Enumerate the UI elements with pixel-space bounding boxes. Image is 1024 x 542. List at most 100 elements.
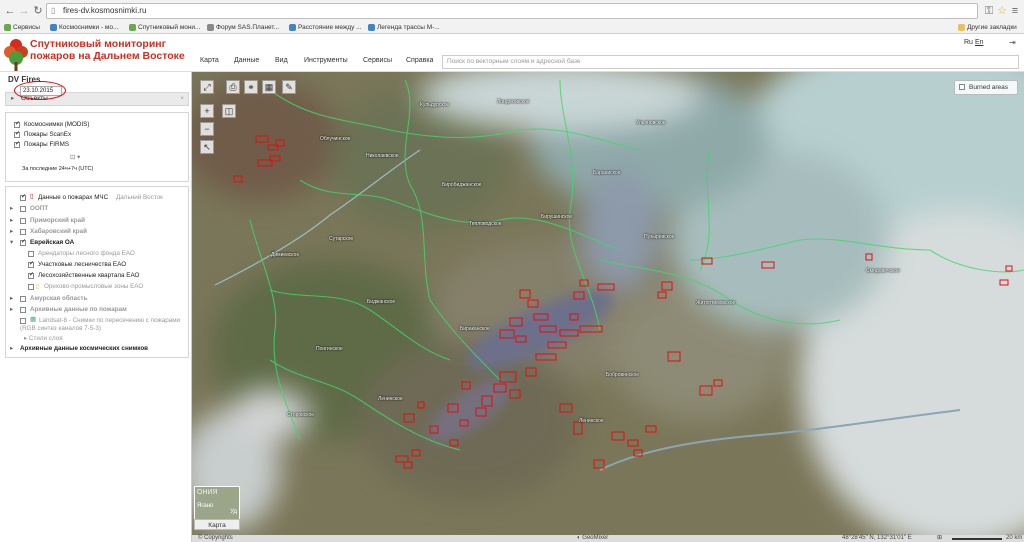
checkbox-oopt[interactable] [20, 206, 26, 212]
burned-areas-toggle[interactable]: Burned areas [954, 80, 1018, 95]
scale-label: 20 km [1006, 535, 1023, 541]
bookmark-distance[interactable]: Расстояние между ... [289, 22, 362, 33]
settlement-label: Биджанское [367, 299, 396, 305]
checkbox-forestry[interactable] [28, 262, 34, 268]
minimap-label[interactable]: Карта [194, 519, 240, 530]
bookmark-kosmosnimki[interactable]: Космоснимки - мо... [50, 22, 118, 33]
checkbox-modis[interactable] [14, 122, 20, 128]
expand-arrow-icon[interactable]: ▸ [10, 205, 13, 212]
settlement-label: Николаевское [366, 153, 399, 159]
menu-services[interactable]: Сервисы [363, 57, 392, 64]
layer-tenants: Арендаторы лесного фонда ЕАО [38, 250, 135, 257]
zoom-in-button[interactable]: + [200, 104, 214, 118]
layer-landsat: Landsat-8 - Снимки по пересечению с пожа… [39, 317, 181, 324]
settlement-label: Бобровинское [606, 372, 640, 378]
checkbox-scanex[interactable] [14, 132, 20, 138]
checkbox-archive-fires[interactable] [20, 307, 26, 313]
bookmark-services[interactable]: Сервисы [4, 22, 40, 33]
pointer-icon[interactable]: ↖ [200, 140, 214, 154]
bookmark-forum[interactable]: Форум SAS.Планет... [207, 22, 279, 33]
expand-arrow-icon[interactable]: ▸ [10, 295, 13, 302]
map-viewport[interactable]: Кульдурское Лондоковское Облучинское Никола… [192, 72, 1024, 542]
expand-arrow-icon[interactable]: ▸ [10, 228, 13, 235]
back-icon[interactable]: ← [3, 4, 17, 18]
exit-icon[interactable]: ⇥ [1009, 38, 1019, 48]
menu-tools[interactable]: Инструменты [304, 57, 348, 64]
geomixer-logo: ◐ GeoMixer [577, 535, 609, 541]
group-archive-fires[interactable]: Архивные данные по пожарам [30, 306, 127, 313]
settlement-label: Димиевское [271, 252, 300, 258]
date-highlight-circle [14, 81, 66, 100]
key-icon[interactable]: ⚿ [982, 4, 996, 18]
expand-arrow-icon[interactable]: ▸ [10, 306, 13, 313]
geomixer-label: GeoMixer [582, 535, 609, 541]
expand-arrow-icon[interactable]: ▸ [11, 93, 14, 105]
bookmark-label: Космоснимки - мо... [59, 24, 119, 31]
burned-areas-checkbox[interactable] [959, 84, 965, 90]
checkbox-quarters[interactable] [28, 273, 34, 279]
calendar-icon[interactable]: ⊡ ▾ [70, 154, 80, 161]
group-eao[interactable]: Еврейская ОА [30, 239, 74, 246]
minimap-text: ОНИЯ [197, 489, 218, 496]
expand-arrow-icon[interactable]: ▸ [10, 217, 13, 224]
lang-en[interactable]: En [975, 39, 984, 46]
zoom-out-button[interactable]: − [200, 122, 214, 136]
group-primorye[interactable]: Приморский край [30, 217, 85, 224]
checkbox-mchs[interactable] [20, 195, 26, 201]
bookmark-label: Спутниковый мони... [138, 24, 201, 31]
lang-ru[interactable]: Ru [964, 39, 973, 46]
close-icon[interactable]: × [180, 93, 184, 105]
bookmark-legend[interactable]: Легенда трассы М-... [368, 22, 440, 33]
checkbox-amur[interactable] [20, 296, 26, 302]
checkbox-firms[interactable] [14, 142, 20, 148]
forward-icon[interactable]: → [17, 4, 31, 18]
address-bar[interactable]: ▯ fires-dv.kosmosnimki.ru [46, 3, 978, 19]
settlement-label: Бараниское [593, 170, 621, 176]
permalink-icon[interactable]: ⚭ [244, 80, 258, 94]
group-archive-sat[interactable]: Архивные данные космических снимков [20, 345, 148, 352]
copyrights-link[interactable]: © Copyrights [198, 535, 233, 542]
reload-icon[interactable]: ↻ [31, 4, 45, 18]
menu-data[interactable]: Данные [234, 57, 259, 64]
menu-view[interactable]: Вид [275, 57, 288, 64]
menu-map[interactable]: Карта [200, 57, 219, 64]
layer-forestry: Участковые лесничества ЕАО [38, 261, 127, 268]
coord-format-icon[interactable]: ⊞ [937, 535, 942, 542]
burned-areas-label: Burned areas [969, 84, 1009, 91]
checkbox-khabarovsk[interactable] [20, 229, 26, 235]
layer-styles[interactable]: ▸ Стили слоя [24, 335, 63, 342]
other-bookmarks[interactable]: Другие закладки [958, 22, 1017, 33]
layer-firms: Пожары FIRMS [24, 141, 70, 148]
layers-icon[interactable]: ◫ [222, 104, 236, 118]
menu-icon[interactable]: ≡ [1008, 4, 1022, 18]
layer-scanex: Пожары ScanEx [24, 131, 72, 138]
settlement-label: Биробиджанское [442, 182, 482, 188]
group-oopt[interactable]: ООПТ [30, 205, 48, 212]
language-switch: Ru En [964, 39, 984, 46]
star-icon[interactable]: ☆ [995, 4, 1009, 18]
settlement-label: Ленинское [378, 396, 403, 402]
checkbox-eao[interactable] [20, 240, 26, 246]
site-logo[interactable]: Спутниковый мониторинг пожаров на Дальне… [30, 38, 200, 62]
layer-modis: Космоснимки (MODIS) [24, 121, 90, 128]
sidebar: DV Fires ▸ Объекты × Космоснимки (MODIS)… [0, 72, 192, 542]
checkbox-landsat[interactable] [20, 318, 26, 324]
collapse-arrow-icon[interactable]: ▾ [10, 239, 13, 246]
settlement-label: Сутарское [329, 236, 354, 242]
grid-icon[interactable]: ▦ [262, 80, 276, 94]
fullscreen-icon[interactable]: ⤢ [200, 80, 214, 94]
expand-arrow-icon[interactable]: ▸ [10, 345, 13, 352]
print-icon[interactable]: ⎙ [226, 80, 240, 94]
logo-line-1: Спутниковый мониторинг [30, 38, 166, 50]
group-khabarovsk[interactable]: Хабаровский край [30, 228, 87, 235]
menu-help[interactable]: Справка [406, 57, 433, 64]
browser-chrome: ← → ↻ ▯ fires-dv.kosmosnimki.ru ⚿ ☆ ≡ Се… [0, 0, 1024, 34]
search-input[interactable]: Поиск по векторным слоям и адресной базе [442, 55, 1019, 69]
checkbox-tenants[interactable] [28, 251, 34, 257]
checkbox-nut-zones[interactable] [28, 284, 34, 290]
group-amur[interactable]: Амурская область [30, 295, 88, 302]
checkbox-primorye[interactable] [20, 218, 26, 224]
pin-icon[interactable]: ✎ [282, 80, 296, 94]
settlement-label: Ленинское [579, 418, 604, 424]
bookmark-sputnik[interactable]: Спутниковый мони... [129, 22, 200, 33]
